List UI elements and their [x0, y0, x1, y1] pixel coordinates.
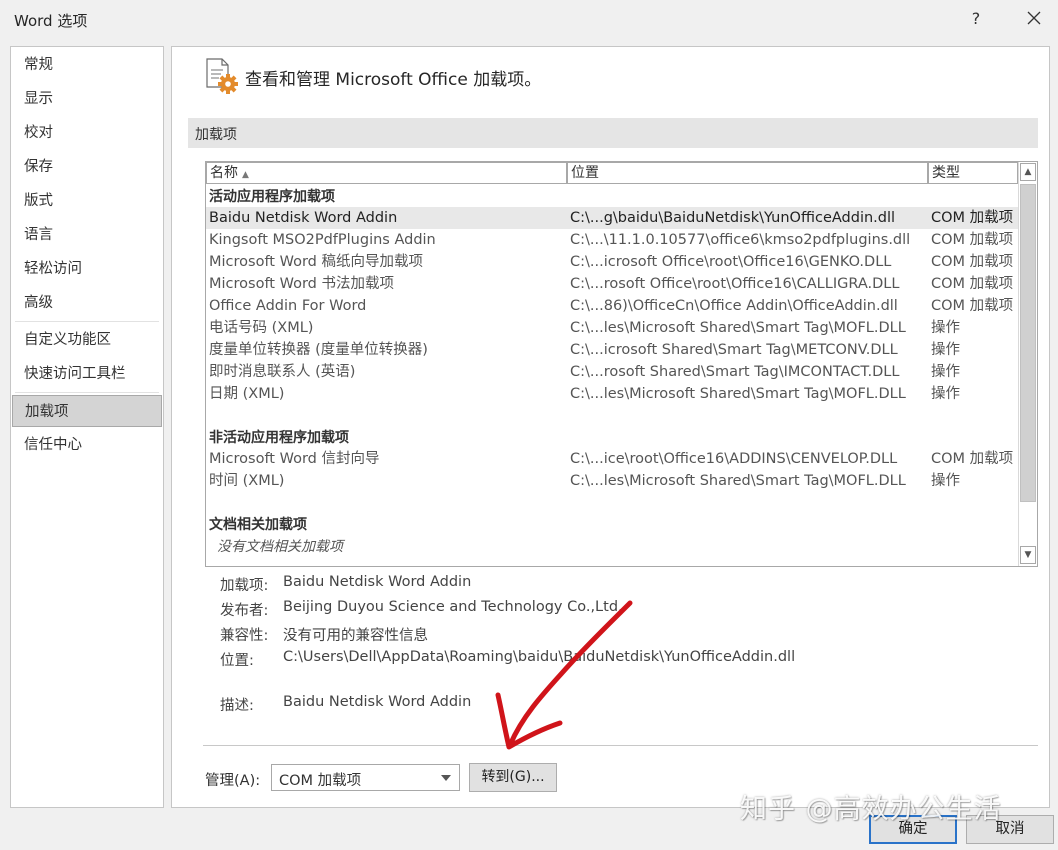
sidebar-item-addins[interactable]: 加载项: [12, 395, 162, 427]
detail-location-label: 位置:: [220, 653, 254, 669]
detail-desc-value: Baidu Netdisk Word Addin: [283, 694, 472, 710]
sidebar-item-typography[interactable]: 版式: [12, 185, 162, 217]
sidebar-item-language[interactable]: 语言: [12, 219, 162, 251]
table-row[interactable]: 度量单位转换器 (度量单位转换器) C:\...icrosoft Shared\…: [206, 339, 1018, 361]
chevron-down-icon: [441, 775, 451, 781]
column-header-type[interactable]: 类型: [928, 162, 1018, 184]
sidebar-item-trust-center[interactable]: 信任中心: [12, 429, 162, 461]
help-button[interactable]: ?: [962, 6, 990, 32]
title-bar: Word 选项 ?: [0, 0, 1058, 38]
manage-dropdown[interactable]: COM 加载项: [271, 764, 460, 791]
detail-publisher-label: 发布者:: [220, 603, 269, 619]
sort-ascending-icon: ▲: [242, 170, 249, 180]
detail-addin-label: 加载项:: [220, 578, 269, 594]
manage-selected-value: COM 加载项: [279, 773, 362, 789]
group-header-document: 文档相关加载项: [209, 517, 307, 533]
table-row[interactable]: 即时消息联系人 (英语) C:\...rosoft Shared\Smart T…: [206, 361, 1018, 383]
addins-list[interactable]: 名称 ▲ 位置 类型 活动应用程序加载项 Baidu Netdisk Word A…: [205, 161, 1038, 567]
sidebar-divider: [15, 392, 159, 393]
page-title: 查看和管理 Microsoft Office 加载项。: [245, 70, 542, 90]
watermark: 知乎 @高效办公生活: [740, 794, 1002, 825]
table-row[interactable]: 日期 (XML) C:\...les\Microsoft Shared\Smar…: [206, 383, 1018, 405]
scroll-down-icon[interactable]: ▼: [1020, 546, 1036, 564]
options-sidebar: 常规 显示 校对 保存 版式 语言 轻松访问 高级 自定义功能区 快速访问工具栏…: [10, 46, 164, 808]
table-row[interactable]: Microsoft Word 书法加载项 C:\...rosoft Office…: [206, 273, 1018, 295]
table-row[interactable]: Microsoft Word 信封向导 C:\...ice\root\Offic…: [206, 448, 1018, 470]
close-icon: [1027, 11, 1041, 25]
section-header: 加载项: [188, 118, 1038, 148]
annotation-arrow-icon: [495, 600, 633, 750]
sidebar-item-advanced[interactable]: 高级: [12, 287, 162, 319]
goto-button[interactable]: 转到(G)...: [469, 763, 557, 792]
table-row[interactable]: Microsoft Word 稿纸向导加载项 C:\...icrosoft Of…: [206, 251, 1018, 273]
sidebar-item-general[interactable]: 常规: [12, 49, 162, 81]
empty-document-addins: 没有文档相关加载项: [217, 539, 343, 555]
detail-desc-label: 描述:: [220, 698, 254, 714]
sidebar-item-proofing[interactable]: 校对: [12, 117, 162, 149]
table-row[interactable]: Baidu Netdisk Word Addin C:\...g\baidu\B…: [206, 207, 1018, 229]
sidebar-divider: [15, 321, 159, 322]
detail-addin-value: Baidu Netdisk Word Addin: [283, 574, 472, 590]
addin-gear-icon: [203, 57, 241, 95]
detail-compat-label: 兼容性:: [220, 628, 269, 644]
list-scrollbar[interactable]: ▲ ▼: [1018, 162, 1037, 566]
group-header-active: 活动应用程序加载项: [209, 189, 335, 205]
scroll-up-icon[interactable]: ▲: [1020, 163, 1036, 181]
sidebar-item-display[interactable]: 显示: [12, 83, 162, 115]
sidebar-item-customize-ribbon[interactable]: 自定义功能区: [12, 324, 162, 356]
table-row[interactable]: Office Addin For Word C:\...86)\OfficeCn…: [206, 295, 1018, 317]
table-row[interactable]: 时间 (XML) C:\...les\Microsoft Shared\Smar…: [206, 470, 1018, 492]
table-row[interactable]: Kingsoft MSO2PdfPlugins Addin C:\...\11.…: [206, 229, 1018, 251]
group-header-inactive: 非活动应用程序加载项: [209, 430, 349, 446]
manage-label: 管理(A):: [205, 773, 261, 789]
sidebar-item-accessibility[interactable]: 轻松访问: [12, 253, 162, 285]
sidebar-item-save[interactable]: 保存: [12, 151, 162, 183]
sidebar-item-quick-access-toolbar[interactable]: 快速访问工具栏: [12, 358, 162, 390]
column-header-location[interactable]: 位置: [567, 162, 928, 184]
scroll-thumb[interactable]: [1020, 184, 1036, 502]
section-label: 加载项: [195, 127, 237, 143]
column-header-name[interactable]: 名称 ▲: [206, 162, 567, 184]
window-title: Word 选项: [14, 12, 88, 30]
detail-compat-value: 没有可用的兼容性信息: [283, 628, 428, 644]
table-row[interactable]: 电话号码 (XML) C:\...les\Microsoft Shared\Sm…: [206, 317, 1018, 339]
close-button[interactable]: [1018, 4, 1050, 32]
